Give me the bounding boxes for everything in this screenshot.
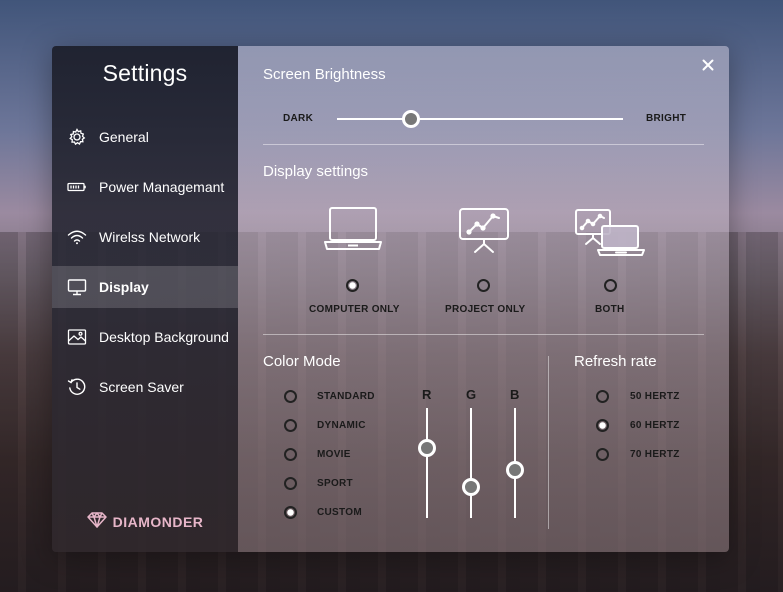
color-mode-label: SPORT (317, 478, 353, 489)
gear-icon (67, 127, 87, 147)
b-slider-knob[interactable] (506, 460, 524, 479)
monitor-icon (67, 277, 87, 297)
display-option-label: PROJECT ONLY (445, 304, 526, 315)
sidebar-item-power[interactable]: Power Managemant (52, 166, 238, 208)
sidebar-item-desktop-background[interactable]: Desktop Background (52, 316, 238, 358)
brightness-slider-knob[interactable] (402, 110, 421, 128)
sidebar: Settings General Power Managemant Wirels… (52, 46, 238, 552)
color-mode-radio[interactable] (284, 448, 297, 461)
section-divider (263, 144, 704, 145)
sidebar-item-label: Display (99, 279, 149, 295)
sidebar-item-wireless[interactable]: Wirelss Network (52, 216, 238, 258)
refresh-radio[interactable] (596, 390, 609, 403)
r-slider-track[interactable] (426, 408, 428, 518)
column-divider (548, 356, 549, 529)
battery-icon (67, 177, 87, 197)
sidebar-title: Settings (102, 60, 188, 86)
brightness-title: Screen Brightness (263, 66, 386, 83)
color-mode-label: DYNAMIC (317, 420, 366, 431)
settings-window: Settings General Power Managemant Wirels… (52, 46, 729, 552)
display-option-radio[interactable] (477, 279, 490, 292)
refresh-label: 60 HERTZ (630, 420, 680, 431)
brightness-slider-track[interactable] (337, 118, 623, 120)
refresh-radio[interactable] (596, 448, 609, 461)
display-settings-title: Display settings (263, 163, 369, 180)
display-option-radio[interactable] (346, 279, 359, 292)
wifi-icon (67, 227, 87, 247)
sidebar-item-label: General (99, 129, 149, 145)
sidebar-item-label: Desktop Background (99, 329, 229, 345)
color-mode-label: CUSTOM (317, 507, 362, 518)
display-option-radio[interactable] (604, 279, 617, 292)
color-mode-radio[interactable] (284, 477, 297, 490)
sidebar-item-general[interactable]: General (52, 116, 238, 158)
laptop-projector-icon (574, 206, 646, 263)
brightness-bright-label: BRIGHT (646, 113, 687, 124)
brightness-dark-label: DARK (283, 113, 314, 124)
image-icon (67, 327, 87, 347)
brand-name: DIAMONDER (112, 513, 204, 530)
sidebar-item-label: Wirelss Network (99, 229, 201, 245)
color-mode-label: MOVIE (317, 449, 351, 460)
refresh-label: 50 HERTZ (630, 391, 680, 402)
color-mode-radio[interactable] (284, 419, 297, 432)
diamond-icon (86, 512, 107, 531)
display-option-label: BOTH (595, 304, 625, 315)
display-option-label: COMPUTER ONLY (309, 304, 400, 315)
sidebar-item-display[interactable]: Display (52, 266, 238, 308)
close-icon (702, 59, 714, 71)
clock-icon (67, 377, 87, 397)
sidebar-item-label: Power Managemant (99, 179, 225, 195)
g-slider-track[interactable] (470, 408, 472, 518)
color-mode-label: STANDARD (317, 391, 375, 402)
main-panel: Screen Brightness DARK BRIGHT Display se… (238, 46, 729, 552)
g-slider-knob[interactable] (462, 478, 480, 497)
section-divider (263, 334, 704, 335)
color-mode-title: Color Mode (263, 353, 341, 370)
projector-icon (457, 206, 511, 259)
color-mode-radio[interactable] (284, 506, 297, 519)
b-channel-label: B (510, 387, 520, 402)
r-channel-label: R (422, 387, 432, 402)
laptop-icon (324, 206, 382, 257)
brand-logo: DIAMONDER (52, 512, 238, 531)
color-mode-radio[interactable] (284, 390, 297, 403)
g-channel-label: G (466, 387, 477, 402)
r-slider-knob[interactable] (418, 438, 436, 457)
refresh-rate-title: Refresh rate (574, 353, 657, 370)
refresh-radio[interactable] (596, 419, 609, 432)
sidebar-item-screen-saver[interactable]: Screen Saver (52, 366, 238, 408)
close-button[interactable] (699, 56, 717, 74)
refresh-label: 70 HERTZ (630, 449, 680, 460)
sidebar-item-label: Screen Saver (99, 379, 184, 395)
